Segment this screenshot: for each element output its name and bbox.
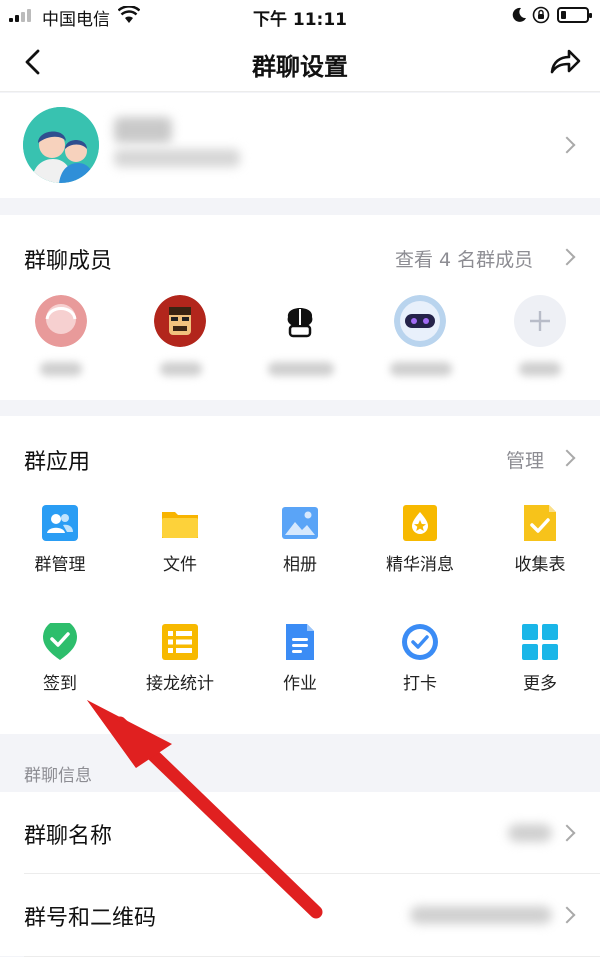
member-name-redacted xyxy=(390,362,452,376)
app-check-in[interactable]: 签到 xyxy=(0,623,120,694)
share-icon[interactable] xyxy=(548,46,582,78)
group-name-value-redacted xyxy=(508,824,552,842)
app-clock-in[interactable]: 打卡 xyxy=(360,623,480,694)
app-label: 收集表 xyxy=(514,555,566,575)
group-number-value-redacted xyxy=(410,906,552,924)
next-row[interactable] xyxy=(0,957,600,980)
app-files[interactable]: 文件 xyxy=(120,504,240,575)
chevron-right-icon xyxy=(558,906,576,924)
group-name-row[interactable]: 群聊名称 xyxy=(0,792,600,874)
member-avatar[interactable] xyxy=(35,295,87,347)
member-avatar[interactable] xyxy=(274,295,326,347)
group-name-label: 群聊名称 xyxy=(24,824,113,849)
group-apps-card: 群应用 管理 群管理 文件 相册 精华消息 收集表 签到 接龙统计 作业 打卡 xyxy=(0,416,600,734)
member-avatar[interactable] xyxy=(154,295,206,347)
group-description-redacted xyxy=(114,149,240,167)
more-apps-icon xyxy=(522,624,558,660)
homework-icon xyxy=(286,624,314,660)
app-homework[interactable]: 作业 xyxy=(240,623,360,694)
manage-apps-link[interactable]: 管理 xyxy=(506,446,544,473)
info-section-header: 群聊信息 xyxy=(0,734,600,792)
plus-icon xyxy=(530,311,550,331)
group-manage-icon xyxy=(42,505,78,541)
app-label: 作业 xyxy=(283,674,317,694)
app-chain-stats[interactable]: 接龙统计 xyxy=(120,623,240,694)
info-section-title: 群聊信息 xyxy=(24,766,92,786)
chevron-right-icon[interactable] xyxy=(558,449,576,467)
photo-album-icon xyxy=(282,507,318,539)
app-label: 接龙统计 xyxy=(146,674,214,694)
apps-title: 群应用 xyxy=(24,450,91,475)
rotation-lock-icon xyxy=(532,6,550,24)
group-number-qr-row[interactable]: 群号和二维码 xyxy=(0,874,600,956)
app-label: 文件 xyxy=(163,555,197,575)
app-label: 相册 xyxy=(283,555,317,575)
chevron-right-icon xyxy=(558,824,576,842)
group-name-redacted xyxy=(114,117,172,143)
add-member-button[interactable] xyxy=(514,295,566,347)
app-label: 群管理 xyxy=(34,555,86,575)
member-avatar[interactable] xyxy=(394,295,446,347)
nav-bar: 群聊设置 xyxy=(0,32,600,92)
app-collection-form[interactable]: 收集表 xyxy=(480,504,600,575)
app-label: 更多 xyxy=(523,674,557,694)
status-bar: 中国电信 下午 11:11 xyxy=(0,0,600,32)
collection-form-icon xyxy=(524,505,556,541)
group-avatar xyxy=(23,107,99,183)
folder-icon xyxy=(162,512,198,538)
app-label: 签到 xyxy=(43,674,77,694)
chevron-right-icon xyxy=(558,136,576,154)
chevron-right-icon[interactable] xyxy=(558,248,576,266)
highlight-message-icon xyxy=(403,505,437,541)
app-label: 精华消息 xyxy=(386,555,454,575)
app-label: 打卡 xyxy=(403,674,437,694)
member-name-redacted xyxy=(519,362,561,376)
app-group-manage[interactable]: 群管理 xyxy=(0,504,120,575)
group-profile-card[interactable] xyxy=(0,93,600,198)
battery-icon xyxy=(557,7,592,23)
do-not-disturb-icon xyxy=(512,7,526,22)
member-name-redacted xyxy=(40,362,82,376)
member-name-redacted xyxy=(268,362,334,376)
group-members-card: 群聊成员 查看 4 名群成员 xyxy=(0,215,600,400)
app-highlight-messages[interactable]: 精华消息 xyxy=(360,504,480,575)
members-title: 群聊成员 xyxy=(24,249,113,274)
app-photo-album[interactable]: 相册 xyxy=(240,504,360,575)
member-name-redacted xyxy=(160,362,202,376)
page-title: 群聊设置 xyxy=(252,53,348,81)
view-all-members-link[interactable]: 查看 4 名群成员 xyxy=(395,245,533,272)
check-in-icon xyxy=(43,623,77,660)
chain-stats-icon xyxy=(162,624,198,660)
app-more[interactable]: 更多 xyxy=(480,623,600,694)
group-number-label: 群号和二维码 xyxy=(24,906,157,931)
clock-in-icon xyxy=(402,624,438,660)
status-time: 下午 11:11 xyxy=(252,10,348,30)
